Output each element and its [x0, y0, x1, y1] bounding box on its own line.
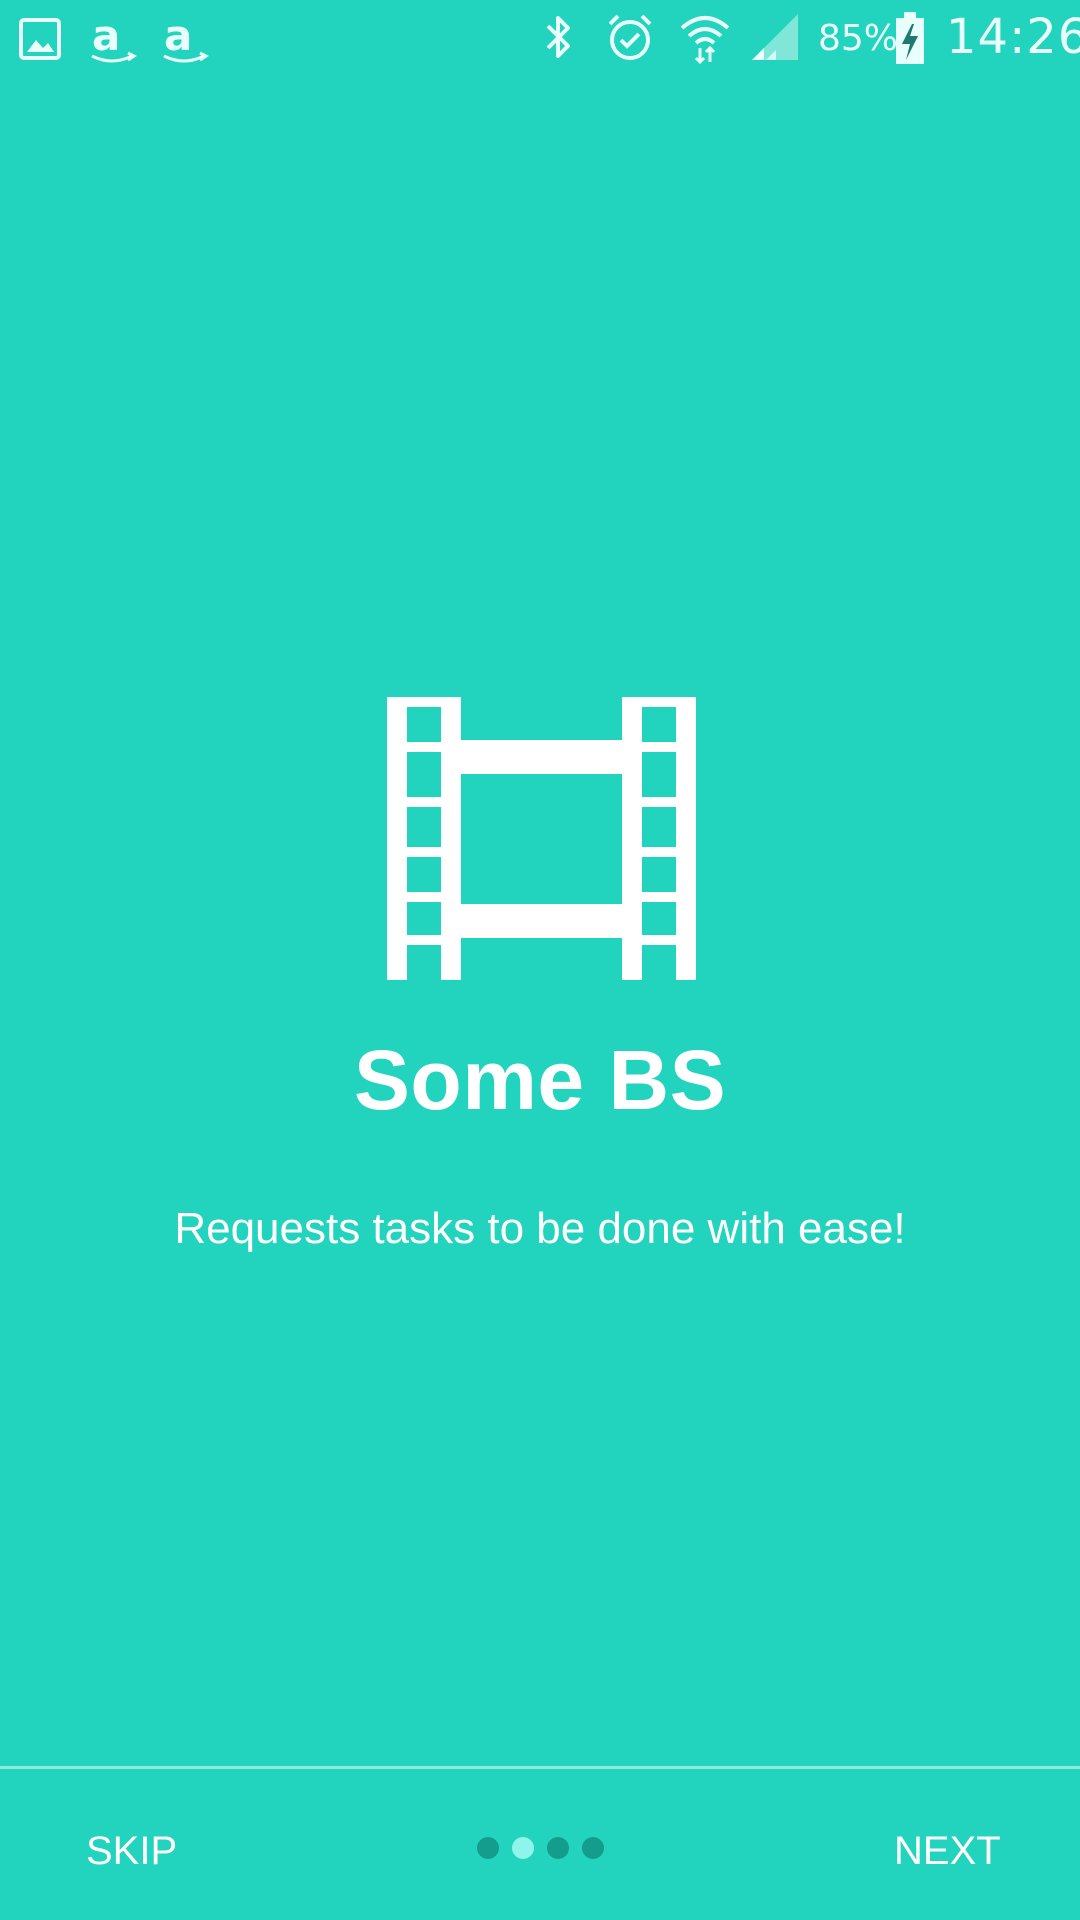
onboarding-description: Requests tasks to be done with ease!	[174, 1204, 906, 1253]
battery-charging-icon	[894, 10, 926, 66]
page-indicator	[477, 1837, 604, 1863]
status-bar: a a 85% 14:26	[0, 0, 1080, 76]
svg-text:a: a	[92, 11, 120, 60]
page-dot[interactable]	[582, 1837, 604, 1859]
next-button[interactable]: NEXT	[894, 1821, 1001, 1881]
page-dot[interactable]	[477, 1837, 499, 1859]
skip-button[interactable]: SKIP	[86, 1821, 177, 1881]
amazon-icon: a	[86, 10, 140, 66]
page-dot-active[interactable]	[512, 1837, 534, 1859]
amazon-icon: a	[158, 10, 212, 66]
clock-time: 14:26	[946, 9, 1080, 65]
page-dot[interactable]	[547, 1837, 569, 1859]
onboarding-screen: a a 85% 14:26 Some BS Requests tasks to …	[0, 0, 1080, 1920]
wifi-icon	[678, 10, 732, 66]
gallery-icon	[18, 10, 62, 66]
movie-film-icon	[387, 697, 696, 980]
bluetooth-icon	[540, 10, 576, 66]
onboarding-nav-bar: SKIP NEXT	[0, 1769, 1080, 1920]
cell-signal-icon	[750, 10, 802, 66]
battery-percentage: 85%	[818, 18, 899, 59]
onboarding-title: Some BS	[353, 1033, 727, 1127]
alarm-icon	[606, 10, 654, 66]
svg-text:a: a	[164, 11, 192, 60]
